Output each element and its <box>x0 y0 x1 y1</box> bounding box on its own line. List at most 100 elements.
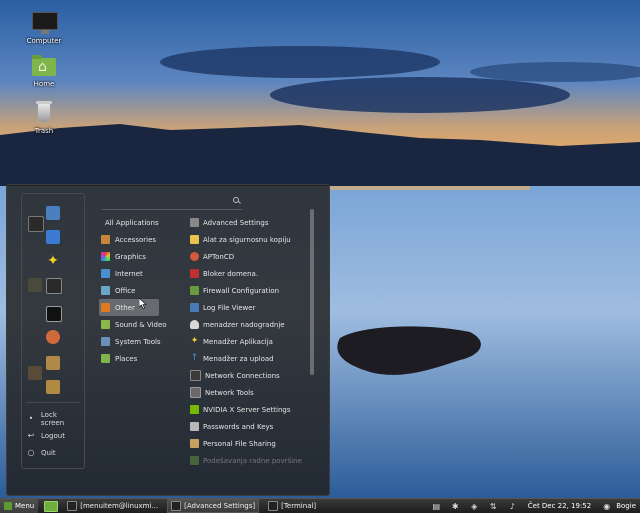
volume-icon[interactable]: ♪ <box>508 502 517 511</box>
favorite-app-icon[interactable] <box>46 330 60 344</box>
search-input[interactable] <box>102 195 230 207</box>
nvidia-icon <box>190 405 199 414</box>
user-icon[interactable]: ◉ <box>602 502 611 511</box>
app-personal-file-sharing[interactable]: Personal File Sharing <box>190 435 310 452</box>
app-log-file-viewer[interactable]: Log File Viewer <box>190 299 310 316</box>
category-office[interactable]: Office <box>99 282 179 299</box>
favorite-settings-icon[interactable] <box>46 278 62 294</box>
upload-arrow-icon: ↑ <box>190 353 199 363</box>
app-upload-manager[interactable]: ↑ Menadžer za upload <box>190 350 310 367</box>
taskbar-item-terminal[interactable]: [Terminal] <box>265 500 319 512</box>
favorite-app-icon[interactable] <box>46 206 60 220</box>
app-desktop-settings[interactable]: Podešavanja radne površine <box>190 452 310 469</box>
favorite-app-icon[interactable] <box>46 230 60 244</box>
application-menu: ✦ • Lock screen ↩ Logout ○ Quit All Appl… <box>6 184 330 496</box>
logout-button[interactable]: ↩ Logout <box>26 429 82 443</box>
firewall-icon <box>190 286 199 295</box>
other-icon <box>101 303 110 312</box>
lock-screen-label: Lock screen <box>40 411 65 427</box>
application-list-scrollbar[interactable] <box>310 209 314 375</box>
network-tray-icon[interactable]: ⇅ <box>489 502 498 511</box>
taskbar-item-label: [Advanced Settings] <box>184 502 256 510</box>
category-accessories[interactable]: Accessories <box>99 231 179 248</box>
favorite-app-icon[interactable] <box>46 380 60 394</box>
favorite-app-icon[interactable] <box>28 366 42 380</box>
internet-icon <box>101 269 110 278</box>
keys-icon <box>190 422 199 431</box>
app-network-tools[interactable]: Network Tools <box>190 384 310 401</box>
desktop-settings-icon <box>190 456 199 465</box>
graphics-icon <box>101 252 110 261</box>
office-icon <box>101 286 110 295</box>
menu-button-label: Menu <box>15 502 35 510</box>
bluetooth-icon[interactable]: ✱ <box>451 502 460 511</box>
backup-icon <box>190 235 199 244</box>
shield-icon <box>190 320 199 329</box>
taskbar-item-menuitem[interactable]: [menuitem@linuxmi... <box>64 500 161 512</box>
search-icon[interactable] <box>232 196 242 206</box>
app-nvidia-settings[interactable]: NVIDIA X Server Settings <box>190 401 310 418</box>
app-domain-blocker[interactable]: Bloker domena. <box>190 265 310 282</box>
log-viewer-icon <box>190 303 199 312</box>
logout-icon: ↩ <box>27 431 35 440</box>
settings-icon <box>190 218 199 227</box>
trash-icon <box>31 101 57 125</box>
quit-button[interactable]: ○ Quit <box>26 446 82 460</box>
category-all-applications[interactable]: All Applications <box>99 214 179 231</box>
taskbar: Menu [menuitem@linuxmi... [Advanced Sett… <box>0 498 640 513</box>
show-desktop-icon[interactable] <box>44 500 59 512</box>
favorite-terminal-icon[interactable] <box>28 216 44 232</box>
app-aptoncd[interactable]: APTonCD <box>190 248 310 265</box>
lock-screen-button[interactable]: • Lock screen <box>26 411 82 427</box>
application-list: Advanced Settings Alat za sigurnosnu kop… <box>190 214 310 469</box>
window-icon <box>67 501 78 511</box>
update-shield-icon[interactable]: ◈ <box>470 502 479 511</box>
favorite-app-icon[interactable] <box>28 278 42 292</box>
category-internet[interactable]: Internet <box>99 265 179 282</box>
terminal-icon <box>268 501 279 511</box>
favorite-terminal-icon[interactable] <box>46 306 62 322</box>
desktop-icon-computer[interactable]: Computer <box>14 11 74 45</box>
favorites-separator <box>26 402 80 403</box>
sound-video-icon <box>101 320 110 329</box>
app-update-manager[interactable]: menadzer nadogradnje <box>190 316 310 333</box>
star-icon: ✦ <box>190 336 199 346</box>
category-graphics[interactable]: Graphics <box>99 248 179 265</box>
app-advanced-settings[interactable]: Advanced Settings <box>190 214 310 231</box>
network-tools-icon <box>190 387 201 398</box>
app-firewall-configuration[interactable]: Firewall Configuration <box>190 282 310 299</box>
mint-logo-icon <box>4 502 12 510</box>
category-list: All Applications Accessories Graphics In… <box>99 214 179 367</box>
accessories-icon <box>101 235 110 244</box>
settings-window-icon <box>171 501 182 511</box>
category-places[interactable]: Places <box>99 350 179 367</box>
clock[interactable]: Čet Dec 22, 19:52 <box>528 502 591 510</box>
system-tray: ▤ ✱ ◈ ⇅ ♪ Čet Dec 22, 19:52 ◉ Bogie <box>427 499 640 513</box>
taskbar-item-label: [menuitem@linuxmi... <box>80 502 159 510</box>
system-tools-icon <box>101 337 110 346</box>
favorite-star-icon[interactable]: ✦ <box>46 254 60 268</box>
app-software-manager[interactable]: ✦ Menadžer Aplikacija <box>190 333 310 350</box>
favorite-app-icon[interactable] <box>46 356 60 370</box>
desktop-icon-trash[interactable]: Trash <box>14 101 74 135</box>
taskbar-item-advanced-settings[interactable]: [Advanced Settings] <box>167 499 260 513</box>
category-sound-video[interactable]: Sound & Video <box>99 316 179 333</box>
places-folder-icon <box>101 354 110 363</box>
desktop-icon-label: Home <box>33 80 55 88</box>
category-system-tools[interactable]: System Tools <box>99 333 179 350</box>
app-network-connections[interactable]: Network Connections <box>190 367 310 384</box>
quit-label: Quit <box>41 449 56 457</box>
app-backup-tool[interactable]: Alat za sigurnosnu kopiju <box>190 231 310 248</box>
app-passwords-and-keys[interactable]: Passwords and Keys <box>190 418 310 435</box>
clipboard-icon[interactable]: ▤ <box>432 502 441 511</box>
desktop-icon-home[interactable]: Home <box>14 54 74 88</box>
menu-button[interactable]: Menu <box>0 499 39 513</box>
file-sharing-icon <box>190 439 199 448</box>
desktop-icon-label: Computer <box>26 37 62 45</box>
category-other[interactable]: Other <box>99 299 159 316</box>
user-name[interactable]: Bogie <box>616 502 636 510</box>
blocker-icon <box>190 269 199 278</box>
favorites-panel: ✦ • Lock screen ↩ Logout ○ Quit <box>21 193 85 469</box>
cd-icon <box>190 252 199 261</box>
desktop-icon-label: Trash <box>34 127 54 135</box>
